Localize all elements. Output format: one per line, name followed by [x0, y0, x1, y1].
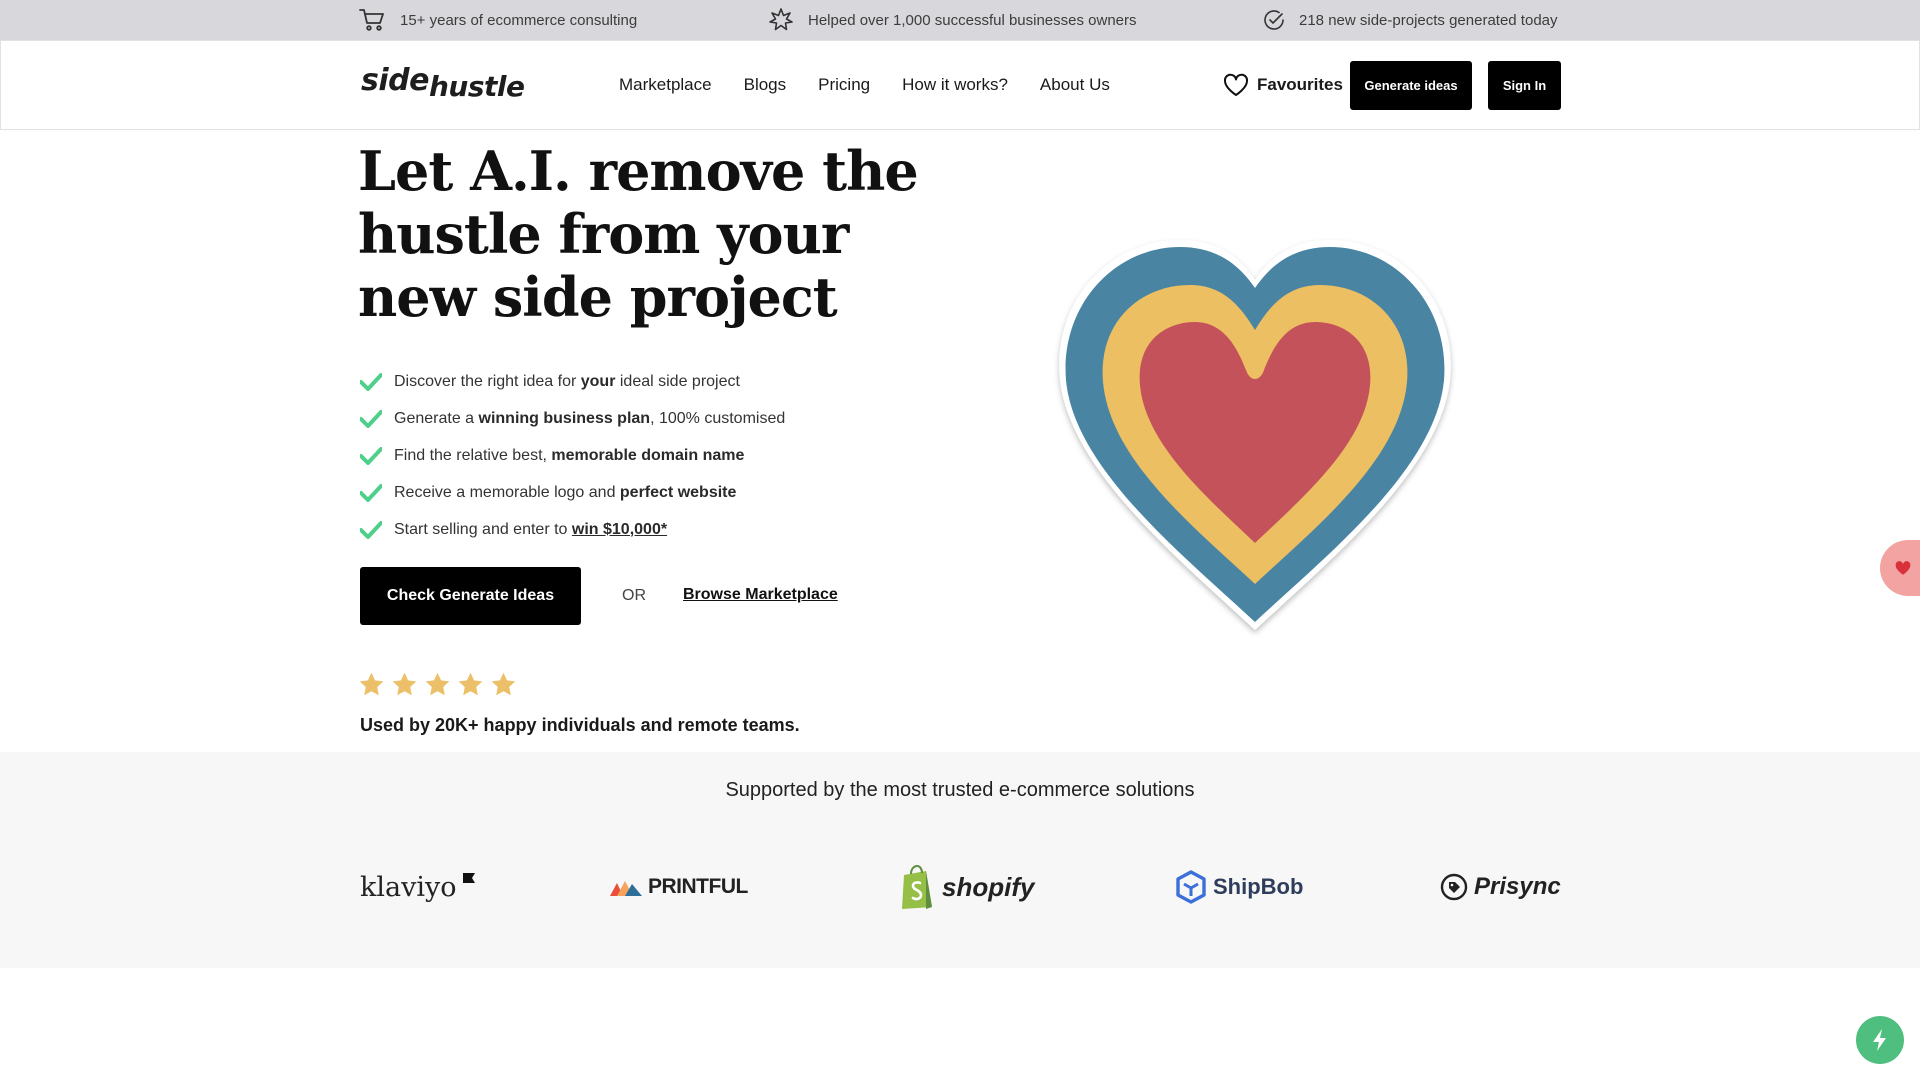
- site-header: sidehustle Marketplace Blogs Pricing How…: [0, 40, 1920, 130]
- check-generate-ideas-button[interactable]: Check Generate Ideas: [360, 567, 581, 625]
- feature-text: Discover the right idea for your ideal s…: [394, 372, 740, 390]
- heart-icon: [1895, 561, 1911, 575]
- nav-about-us[interactable]: About Us: [1040, 75, 1110, 95]
- topbar-text: 218 new side-projects generated today: [1299, 11, 1558, 29]
- feature-item: Find the relative best, memorable domain…: [360, 437, 785, 474]
- printful-logo: PRINTFUL: [610, 862, 748, 912]
- verified-icon: [1264, 10, 1284, 30]
- cart-icon: [359, 9, 384, 31]
- favourites-link[interactable]: Favourites: [1223, 41, 1343, 129]
- nav-blogs[interactable]: Blogs: [744, 75, 787, 95]
- rating-stars: [358, 671, 517, 698]
- checkmark-icon: [360, 446, 382, 465]
- star-icon: [458, 672, 483, 696]
- heart-outline-icon: [1223, 73, 1249, 96]
- star-icon: [359, 672, 384, 696]
- browse-marketplace-link[interactable]: Browse Marketplace: [683, 586, 838, 604]
- logo-hustle: hustle: [428, 70, 525, 103]
- star-icon: [425, 672, 450, 696]
- feature-text: Receive a memorable logo and perfect web…: [394, 483, 737, 501]
- shopping-bag-icon: [902, 865, 932, 909]
- printful-wordmark: PRINTFUL: [648, 875, 748, 898]
- top-info-bar: 15+ years of ecommerce consulting Helped…: [0, 0, 1920, 40]
- flag-icon: [462, 873, 475, 883]
- checkmark-icon: [360, 409, 382, 428]
- topbar-item-helped: Helped over 1,000 successful businesses …: [768, 0, 1137, 40]
- feature-text: Find the relative best, memorable domain…: [394, 446, 745, 464]
- nav-pricing[interactable]: Pricing: [818, 75, 870, 95]
- feature-item: Discover the right idea for your ideal s…: [360, 363, 785, 400]
- hero-title: Let A.I. remove the hustle from your new…: [358, 139, 919, 329]
- topbar-item-generated: 218 new side-projects generated today: [1263, 0, 1558, 40]
- sparkle-icon: [769, 8, 793, 31]
- klaviyo-wordmark: klaviyo: [360, 871, 457, 903]
- nav-marketplace[interactable]: Marketplace: [619, 75, 712, 95]
- feature-item: Generate a winning business plan, 100% c…: [360, 400, 785, 437]
- layered-heart-icon: [1059, 240, 1451, 630]
- prisync-logo: Prisync: [1440, 862, 1561, 912]
- star-icon: [491, 672, 516, 696]
- or-divider-text: OR: [622, 587, 646, 604]
- main-nav: Marketplace Blogs Pricing How it works? …: [619, 41, 1110, 129]
- logo-side: side: [361, 63, 429, 98]
- shopify-logo: shopify: [898, 862, 1034, 912]
- checkmark-icon: [360, 372, 382, 391]
- favourites-label: Favourites: [1257, 75, 1343, 94]
- shopify-wordmark: shopify: [942, 871, 1035, 902]
- feature-list: Discover the right idea for your ideal s…: [360, 363, 785, 548]
- prisync-wordmark: Prisync: [1474, 873, 1561, 900]
- mountains-icon: [610, 881, 642, 896]
- checkmark-icon: [360, 483, 382, 502]
- hero-heart-illustration: [1050, 230, 1460, 640]
- partners-section: Supported by the most trusted e-commerce…: [0, 752, 1920, 968]
- floating-favourites-button[interactable]: [1880, 540, 1920, 596]
- site-logo[interactable]: sidehustle: [361, 63, 525, 103]
- feature-text: Start selling and enter to win $10,000*: [394, 520, 668, 538]
- shipbob-logo: ShipBob: [1175, 862, 1303, 912]
- floating-action-button[interactable]: [1856, 1016, 1904, 1064]
- price-tag-icon: [1440, 873, 1468, 901]
- shipbob-wordmark: ShipBob: [1213, 874, 1304, 899]
- topbar-text: Helped over 1,000 successful businesses …: [808, 11, 1137, 29]
- win-prize-link[interactable]: win $10,000*: [572, 521, 667, 538]
- feature-text: Generate a winning business plan, 100% c…: [394, 409, 786, 427]
- lightning-icon: [1873, 1029, 1886, 1051]
- social-proof-text: Used by 20K+ happy individuals and remot…: [360, 715, 800, 735]
- generate-ideas-button[interactable]: Generate ideas: [1350, 61, 1472, 110]
- star-icon: [392, 672, 417, 696]
- feature-item: Receive a memorable logo and perfect web…: [360, 474, 785, 511]
- sign-in-button[interactable]: Sign In: [1488, 61, 1561, 110]
- topbar-item-consulting: 15+ years of ecommerce consulting: [358, 0, 637, 40]
- checkmark-icon: [360, 520, 382, 539]
- topbar-text: 15+ years of ecommerce consulting: [400, 11, 638, 29]
- box-icon: [1176, 870, 1206, 904]
- klaviyo-logo: klaviyo: [360, 862, 475, 912]
- nav-how-it-works[interactable]: How it works?: [902, 75, 1008, 95]
- partners-title: Supported by the most trusted e-commerce…: [725, 779, 1195, 801]
- feature-item: Start selling and enter to win $10,000*: [360, 511, 785, 548]
